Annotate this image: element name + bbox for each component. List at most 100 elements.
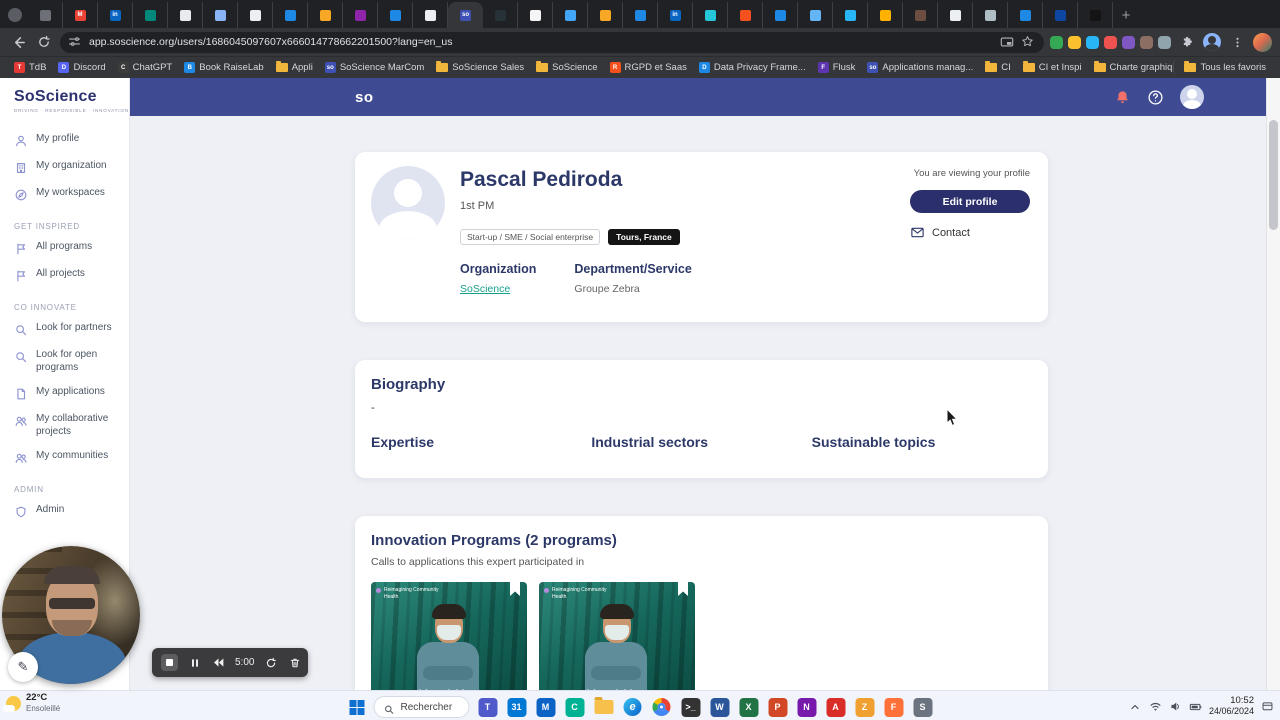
browser-tab[interactable] [553,2,588,28]
stop-record-button[interactable] [161,654,178,671]
taskbar-icon-chrome[interactable] [649,694,675,720]
taskbar-clock[interactable]: 10:52 24/06/2024 [1209,695,1254,717]
taskbar-icon-word[interactable]: W [707,694,733,720]
bookmark-item[interactable]: D Data Privacy Frame... [695,60,810,75]
browser-tab[interactable] [588,2,623,28]
picture-in-picture-icon[interactable] [1000,35,1015,50]
browser-tab[interactable] [168,2,203,28]
scrollbar-thumb[interactable] [1269,120,1278,230]
bookmark-item[interactable]: R RGPD et Saas [606,60,691,75]
taskbar-icon-camera[interactable]: C [562,694,588,720]
browser-tab[interactable] [133,2,168,28]
browser-tab[interactable] [833,2,868,28]
sidebar-item-all-projects[interactable]: All projects [14,262,129,289]
weather-widget[interactable]: 22°C Ensoleillé [3,692,60,713]
browser-tab[interactable] [798,2,833,28]
url-bar[interactable]: app.soscience.org/users/1686045097607x66… [60,31,1044,53]
sidebar-item-admin[interactable]: Admin [14,498,129,525]
taskbar-icon-firefox[interactable]: F [881,694,907,720]
bookmark-item[interactable]: Charte graphique S... [1090,60,1173,75]
annotation-tool-button[interactable]: ✎ [8,652,38,682]
browser-tab[interactable] [378,2,413,28]
browser-tab[interactable] [413,2,448,28]
taskbar-icon-settings[interactable]: S [910,694,936,720]
taskbar-icon-powerpoint[interactable]: P [765,694,791,720]
bookmark-item[interactable]: so Applications manag... [863,60,977,75]
browser-tab[interactable]: M [63,2,98,28]
taskbar-icon-calendar[interactable]: 31 [504,694,530,720]
browser-tab[interactable]: in [658,2,693,28]
browser-tab[interactable] [343,2,378,28]
taskbar-icon-acrobat[interactable]: A [823,694,849,720]
taskbar-icon-file-explorer[interactable] [591,694,617,720]
browser-tab[interactable] [518,2,553,28]
scrollbar[interactable] [1266,78,1280,690]
contact-button[interactable]: Contact [910,225,1030,240]
browser-tab[interactable] [623,2,658,28]
program-card[interactable]: Reimagining Community HealthJohnson & Jo… [539,582,695,690]
bookmark-item[interactable]: C ChatGPT [114,60,177,75]
rewind-button[interactable] [211,655,226,670]
browser-tab[interactable] [728,2,763,28]
help-icon[interactable] [1147,89,1164,106]
start-button[interactable] [345,695,369,719]
taskbar-icon-edge[interactable]: e [620,694,646,720]
browser-tab[interactable] [973,2,1008,28]
browser-profile-avatar[interactable] [1203,33,1221,51]
restart-button[interactable] [263,655,278,670]
bookmark-item[interactable]: SoScience Sales [432,60,528,75]
taskbar-icon-zip[interactable]: Z [852,694,878,720]
extension-icon[interactable] [1158,35,1171,49]
account-avatar[interactable] [1253,32,1272,52]
bookmark-all-favorites[interactable]: Tous les favoris [1172,60,1270,75]
sidebar-item-look-for-partners[interactable]: Look for partners [14,316,129,343]
sidebar-item-all-programs[interactable]: All programs [14,235,129,262]
tab-search-icon[interactable] [8,8,22,22]
bookmark-item[interactable]: SoScience [532,60,601,75]
browser-tab[interactable] [28,2,63,28]
app-logo[interactable]: so [355,89,374,106]
taskbar-search[interactable]: Rechercher [373,696,470,718]
battery-icon[interactable] [1189,700,1202,713]
wifi-icon[interactable] [1149,700,1162,713]
sidebar-item-my-communities[interactable]: My communities [14,444,129,471]
bookmark-item[interactable]: D Discord [54,60,109,75]
extension-icon[interactable] [1068,35,1081,49]
browser-tab[interactable] [203,2,238,28]
taskbar-icon-mail[interactable]: M [533,694,559,720]
sidebar-item-my-collaborative-projects[interactable]: My collaborative projects [14,407,129,444]
browser-tab[interactable] [308,2,343,28]
sidebar-item-look-for-open-programs[interactable]: Look for open programs [14,343,129,380]
bookmark-item[interactable]: so SoScience MarCom [321,60,428,75]
browser-tab[interactable] [483,2,518,28]
bookmark-item[interactable]: CI [981,60,1015,75]
browser-tab[interactable] [763,2,798,28]
sidebar-item-my-profile[interactable]: My profile [14,127,129,154]
browser-tab[interactable] [238,2,273,28]
browser-tab[interactable]: in [98,2,133,28]
menu-kebab-icon[interactable] [1227,32,1247,52]
bookmark-item[interactable]: T TdB [10,60,50,75]
notifications-bell-icon[interactable] [1114,89,1131,106]
delete-recording-button[interactable] [287,655,302,670]
extensions-puzzle-icon[interactable] [1177,32,1197,52]
browser-tab[interactable] [1008,2,1043,28]
tray-chevron-icon[interactable] [1129,700,1142,713]
user-avatar[interactable] [1180,85,1204,109]
sidebar-item-my-workspaces[interactable]: My workspaces [14,181,129,208]
organization-link[interactable]: SoScience [460,283,536,295]
taskbar-icon-terminal[interactable]: >_ [678,694,704,720]
browser-tab[interactable] [1043,2,1078,28]
extension-icon[interactable] [1122,35,1135,49]
bookmark-item[interactable]: F Flusk [814,60,860,75]
browser-tab[interactable]: so [448,2,483,28]
bookmark-item[interactable]: B Book RaiseLab [180,60,267,75]
program-card[interactable]: Reimagining Community HealthJohnson & Jo… [371,582,527,690]
site-info-icon[interactable] [68,35,83,50]
browser-tab[interactable] [273,2,308,28]
reload-button[interactable] [34,32,54,52]
bookmark-item[interactable]: Appli [272,60,317,75]
notification-center-icon[interactable] [1261,700,1274,713]
browser-tab[interactable] [693,2,728,28]
browser-tab[interactable] [1078,2,1113,28]
